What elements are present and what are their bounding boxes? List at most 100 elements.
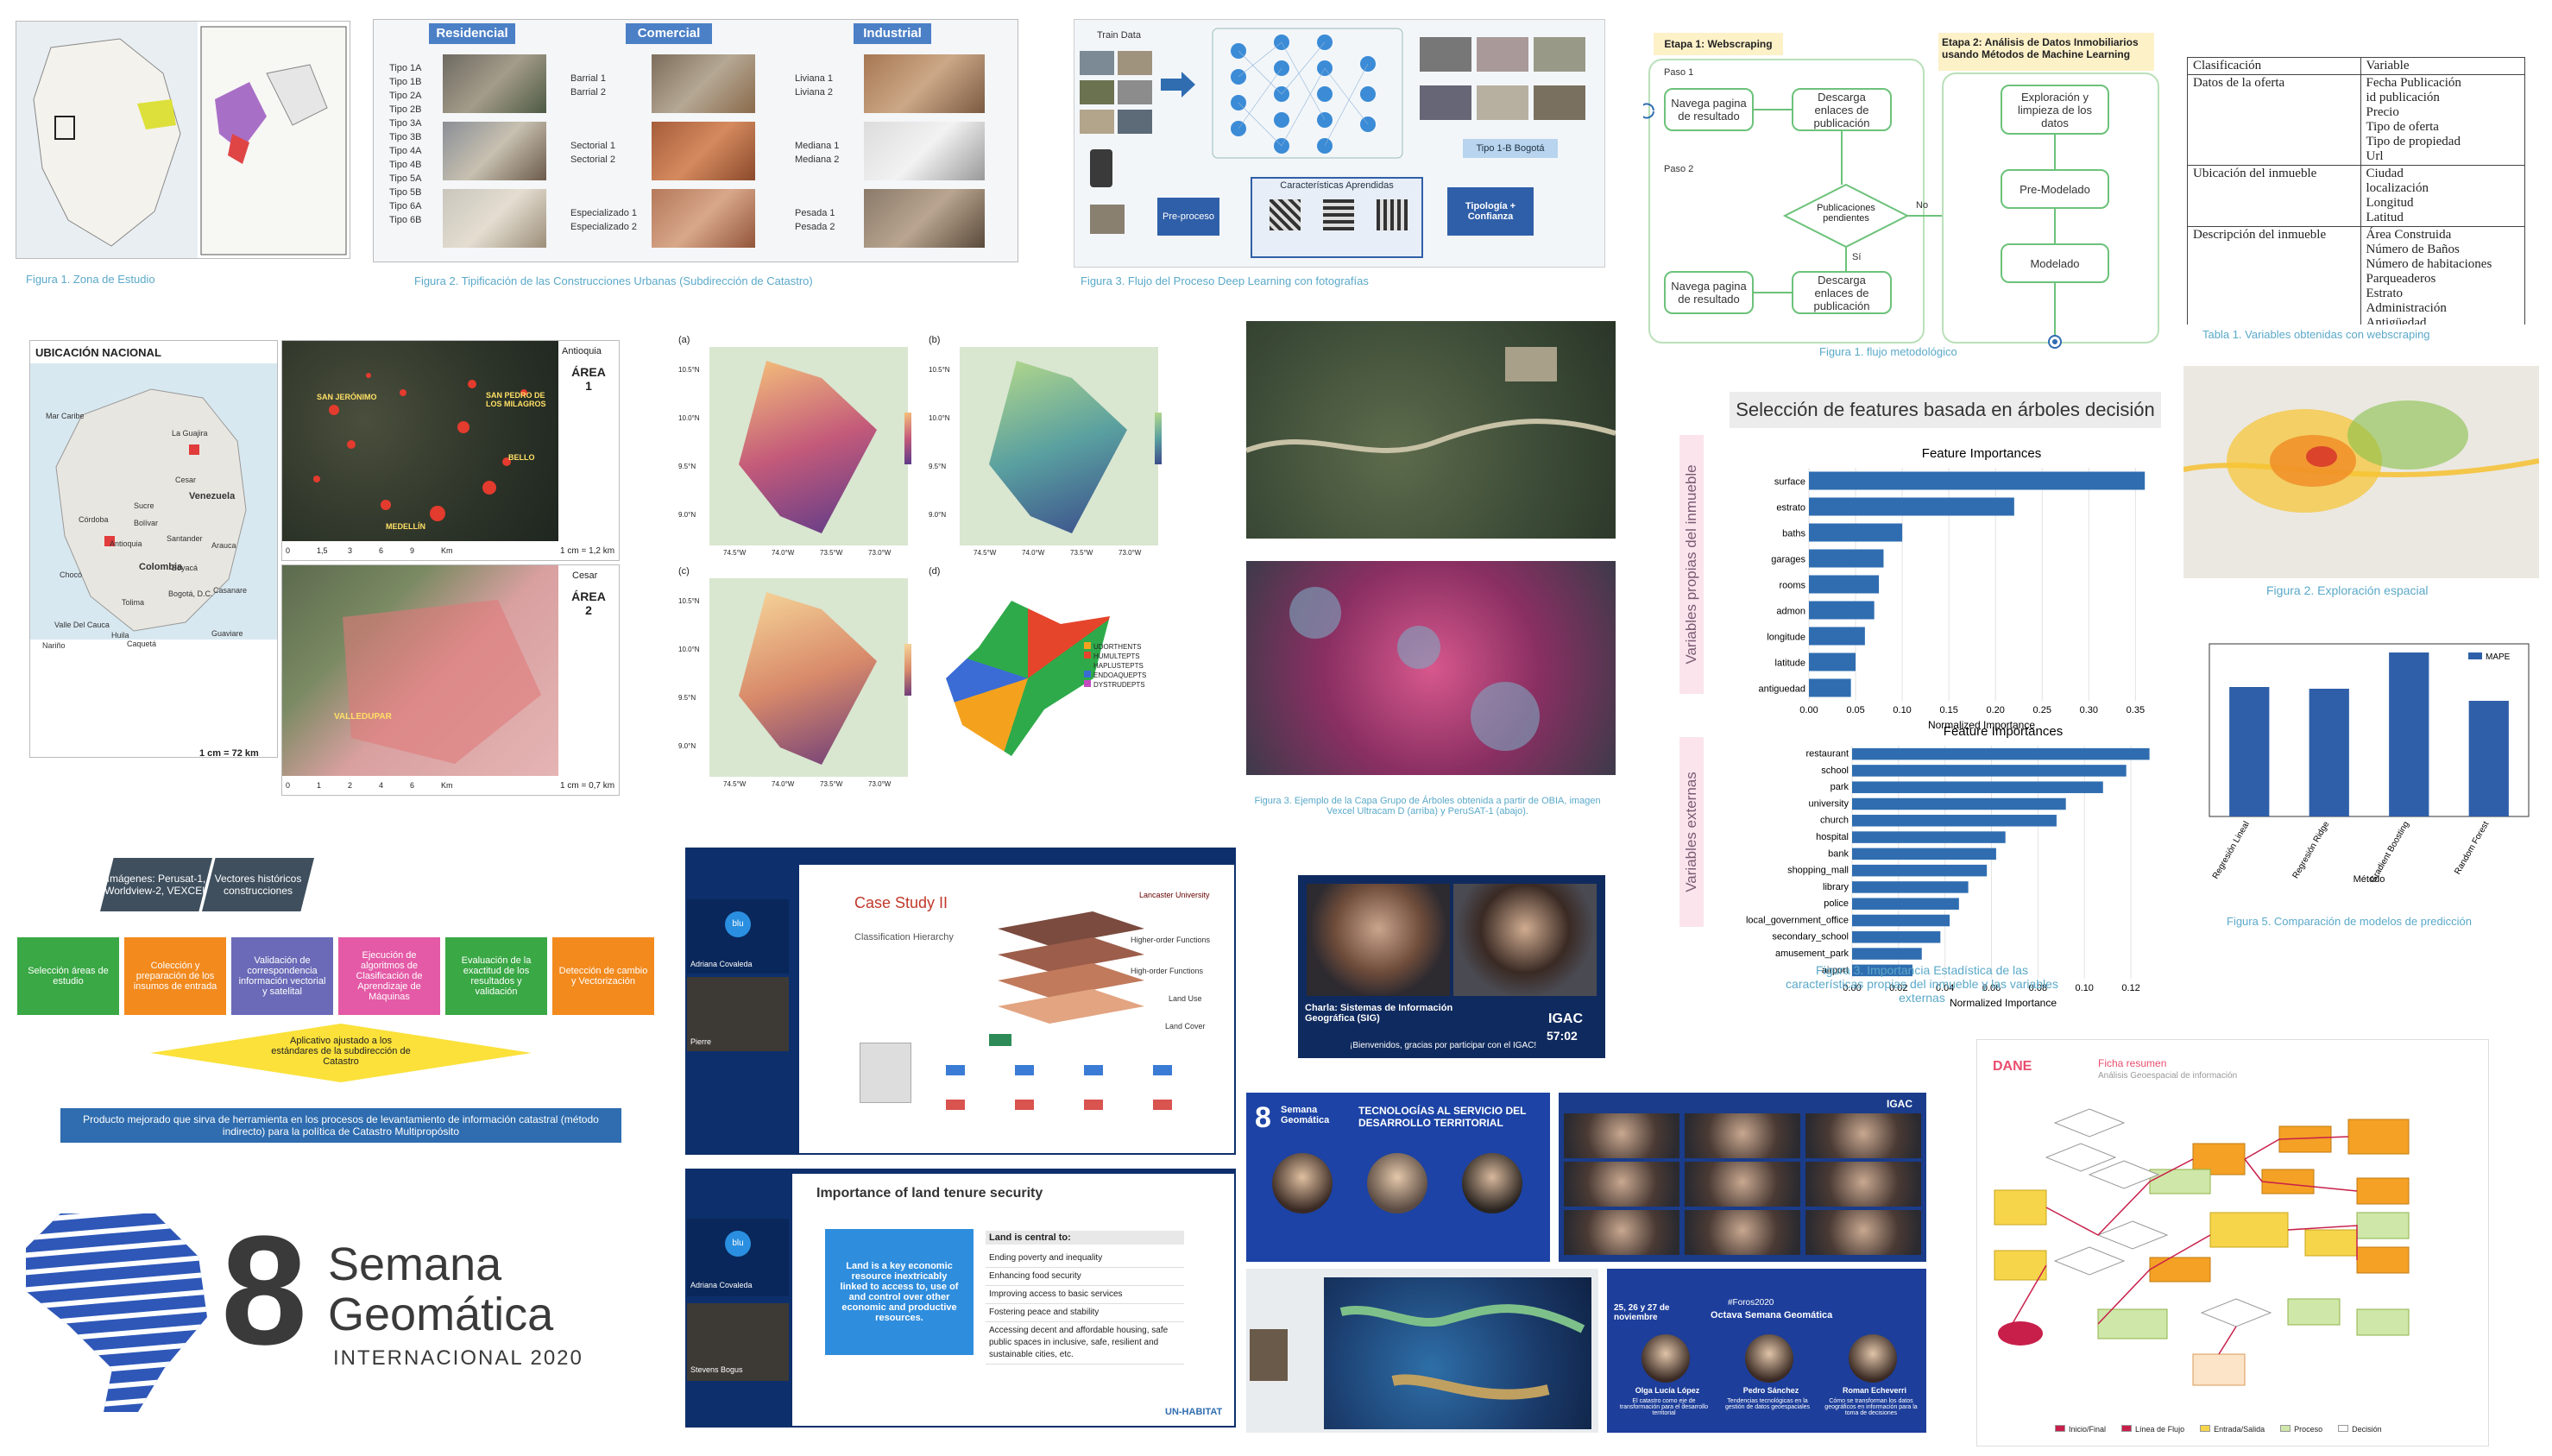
soil-legend-item: UDORTHENTS [1084,642,1146,652]
table-item: Número de Baños [2366,243,2460,256]
dane-legend-item: Inicio/Final [2055,1425,2106,1434]
diamond-text: Aplicativo ajustado a los estándares de … [271,1036,411,1067]
comercial-type-label: Sectorial 1 [570,141,615,151]
satellite-vexcel [1246,321,1616,539]
place-label: Bolívar [134,519,159,527]
bar-university [1852,797,2066,810]
y-tick-label: school [1821,766,1849,776]
land-list-item: Enhancing food security [986,1268,1184,1286]
soil-legend-item: HUMULTEPTS [1084,652,1146,661]
charla-video: Charla: Sistemas de Información Geográfi… [1298,875,1605,1058]
place-label: Antioquia [110,539,142,548]
process-step: Ejecución de algoritmos de Clasificación… [338,937,440,1015]
speaker-2 [1453,884,1597,996]
header-residencial: Residencial [429,23,515,44]
x-tick-label: Regresión Lineal [2211,820,2252,881]
train-data-label: Train Data [1097,30,1141,41]
feature-selection-title: Selección de features basada en árboles … [1730,392,2161,428]
participant-video-tile [1685,1210,1800,1255]
area2-scale: 1 cm = 0,7 km [560,781,615,791]
ubicacion-title: UBICACIÓN NACIONAL [35,346,161,359]
caption-deep-learning: Figura 3. Flujo del Proceso Deep Learnin… [1081,274,1369,287]
blu-avatar-icon-2: blu [725,1231,751,1257]
x-tick-label: 0.10 [2076,983,2094,993]
dane-legend-label: Decisión [2352,1425,2382,1434]
y-tick-label: university [1809,798,1849,809]
tree-leaf-4 [1153,1100,1172,1110]
bar-library [1852,881,1969,893]
industrial-type-label: Mediana 1 [795,141,840,151]
tec-event: Semana Geomática [1281,1105,1330,1125]
colorbar [1155,413,1162,464]
table-cell-items: Área Construida Número de Baños Número de … [2360,226,2525,325]
neural-network-icon [1212,28,1403,159]
caption-tipificacion: Figura 2. Tipificación de las Construcci… [414,274,813,287]
land-list-item: Ending poverty and inequality [986,1250,1184,1268]
y-tick-label: library [1823,882,1849,892]
blu-avatar-icon: blu [725,911,751,937]
soil-legend-label: HAPLUSTEPTS [1093,662,1144,670]
bar-school [1852,765,2127,777]
lat-tick: 9.0°N [678,511,696,519]
table-cell-items: Variable [2360,57,2525,75]
area2-label: ÁREA 2 [571,589,606,617]
bar-restaurant [1852,747,2150,760]
university-logo: Lancaster University [1139,891,1210,899]
table-item: Área Construida [2366,228,2452,242]
area2-place-label: VALLEDUPAR [334,712,392,722]
bar-admon [1809,601,1875,620]
comercial-photo-3 [652,189,755,248]
map-slide [1324,1277,1591,1429]
y-tick-label: latitude [1775,659,1805,669]
scale-tick: 6 [379,546,384,555]
table-cell-group: Datos de la oferta [2187,74,2361,166]
x-tick-label: 0.15 [1939,705,1957,715]
table-item: Fecha Publicación [2366,76,2461,90]
x-tick-label: 0.20 [1987,705,2005,715]
residencial-labels: Tipo 1A Tipo 1B Tipo 2A Tipo 2B Tipo 3A Tipo … [389,61,441,227]
foro-speaker-photo [1641,1334,1690,1383]
input-imagenes: Imágenes: Perusat-1, Worldview-2, VEXCEL [100,858,212,911]
comercial-photo-2 [652,122,755,180]
legend-swatch [2468,652,2482,659]
table-cell-group: Clasificación [2187,57,2361,75]
soil-legend-swatch [1084,671,1091,678]
soil-legend-label: DYSTRUDEPTS [1093,681,1145,689]
participant-video-tile [1685,1113,1800,1158]
unhabitat-logo: UN-HABITAT [1165,1407,1223,1417]
soil-panel: (d) UDORTHENTS HUMULTEPTS HAPLUSTEPTS ENDOAQ… [929,566,1175,792]
caption-zona-estudio: Figura 1. Zona de Estudio [26,273,155,286]
bar-local_government_office [1852,914,1950,927]
slide-subtitle: Classification Hierarchy [854,932,954,942]
soil-panel: (c) 10.5°N 10.0°N 9.5°N 9.0°N 74.5°W 74.0°W 73.… [678,566,925,792]
process-step: Evaluación de la exactitud de los result… [445,937,547,1015]
scale-tick: 1 [317,781,322,790]
place-label: Caquetá [127,640,157,648]
y-tick-label: shopping_mall [1787,866,1849,876]
residencial-type-label: Tipo 1A [389,63,422,73]
residencial-type-label: Tipo 6A [389,201,422,211]
table-item: Tipo de oferta [2366,120,2439,134]
header-industrial: Industrial [854,23,931,44]
scale-tick: 3 [348,546,353,555]
industrial-photo-2 [864,122,985,180]
place-label: Bogotá, D.C. [168,589,213,598]
bar-latitude [1809,652,1856,671]
soil-legend-label: UDORTHENTS [1093,643,1142,651]
y-tick-label: police [1824,898,1849,909]
tree-legend [860,1043,911,1103]
bar-hospital [1852,831,2006,843]
bar-surface [1809,471,2146,490]
land-tenure-video: blu Adriana Covaleda Stevens Bogus Impor… [685,1169,1236,1428]
place-label: Cesar [175,476,197,484]
residencial-photo-2 [443,122,546,180]
tree-node-4 [1153,1065,1172,1075]
x-tick-label: 0.25 [2033,705,2051,715]
left-label-top: Variables propias del inmueble [1679,435,1704,694]
construction-typologies: Residencial Comercial Industrial Tipo 1A… [373,19,1018,262]
y-tick-label: local_government_office [1746,915,1849,925]
panel-label: (a) [678,335,690,345]
soil-maps: (a) 10.5°N 10.0°N 9.5°N 9.0°N 74.5°W 74.0°W 73.… [678,335,1179,792]
scale-tick: 0 [286,546,291,555]
tree-group-overlay-vexcel [1246,347,1616,453]
